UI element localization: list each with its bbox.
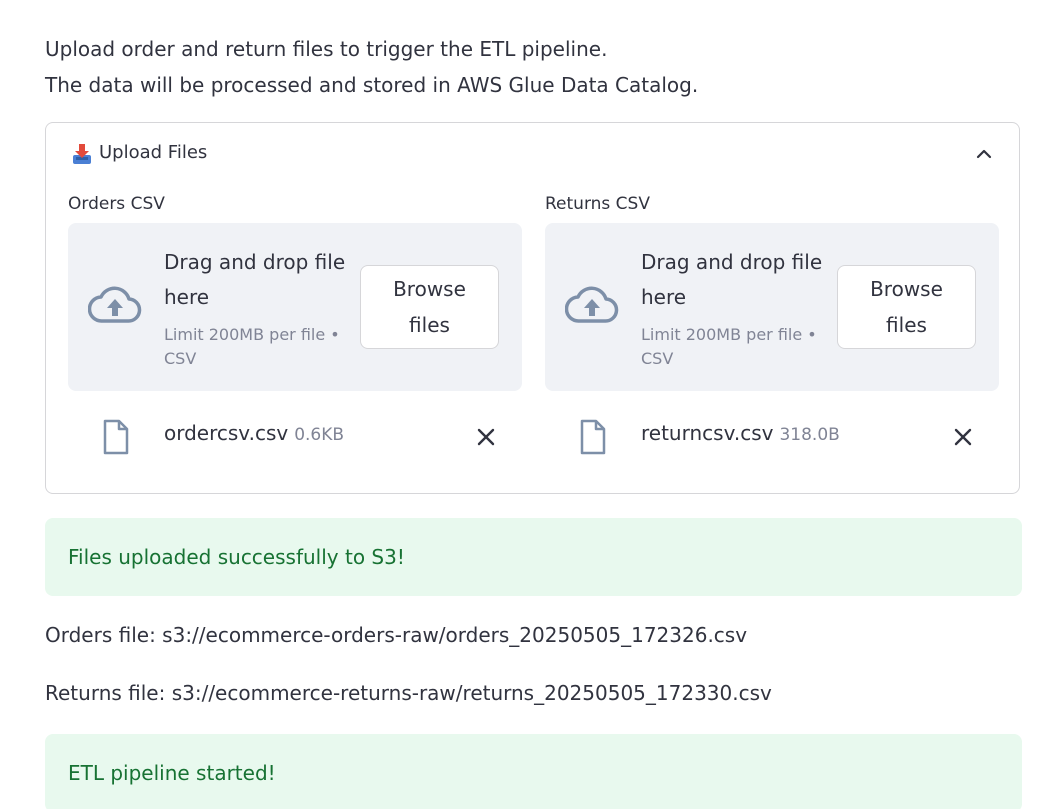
returns-file-uploader: Returns CSV Drag and drop file here Limi… <box>545 193 999 481</box>
file-size: 318.0B <box>779 425 840 445</box>
returns-file-path: Returns file: s3://ecommerce-returns-raw… <box>45 681 772 705</box>
intro-line-2: The data will be processed and stored in… <box>45 73 699 97</box>
file-icon <box>102 419 130 455</box>
orders-remove-file-close-icon[interactable] <box>474 425 498 449</box>
cloud-upload-icon <box>564 285 619 325</box>
returns-uploader-label: Returns CSV <box>545 194 650 214</box>
orders-file-uploader: Orders CSV Drag and drop file here Limit… <box>68 193 522 481</box>
file-name-text: returncsv.csv <box>641 421 774 445</box>
etl-started-alert: ETL pipeline started! <box>45 734 1022 809</box>
orders-uploader-label: Orders CSV <box>68 194 165 214</box>
intro-line-1: Upload order and return files to trigger… <box>45 37 608 61</box>
dropzone-instruction: Drag and drop file here <box>164 250 346 309</box>
returns-file-name: returncsv.csv 318.0B <box>641 421 840 445</box>
returns-uploaded-file: returncsv.csv 318.0B <box>545 391 999 481</box>
returns-remove-file-close-icon[interactable] <box>951 425 975 449</box>
orders-browse-files-button[interactable]: Browse files <box>360 265 499 349</box>
orders-file-name: ordercsv.csv 0.6KB <box>164 421 344 445</box>
file-name-text: ordercsv.csv <box>164 421 289 445</box>
upload-success-alert: Files uploaded successfully to S3! <box>45 518 1022 596</box>
orders-dropzone[interactable]: Drag and drop file here Limit 200MB per … <box>68 223 522 391</box>
dropzone-instruction: Drag and drop file here <box>641 250 823 309</box>
expander-title: Upload Files <box>99 142 208 163</box>
dropzone-limit: Limit 200MB per file • CSV <box>164 325 340 368</box>
orders-dropzone-text: Drag and drop file here Limit 200MB per … <box>164 245 349 371</box>
returns-browse-files-button[interactable]: Browse files <box>837 265 976 349</box>
cloud-upload-icon <box>87 285 142 325</box>
returns-dropzone-text: Drag and drop file here Limit 200MB per … <box>641 245 826 371</box>
dropzone-limit: Limit 200MB per file • CSV <box>641 325 817 368</box>
file-icon <box>579 419 607 455</box>
chevron-up-icon[interactable] <box>973 143 995 165</box>
returns-dropzone[interactable]: Drag and drop file here Limit 200MB per … <box>545 223 999 391</box>
expander-header[interactable]: Upload Files <box>46 123 1019 185</box>
upload-files-expander: Upload Files Orders CSV Drag and drop fi… <box>45 122 1020 494</box>
orders-file-path: Orders file: s3://ecommerce-orders-raw/o… <box>45 623 748 647</box>
inbox-tray-icon <box>72 143 92 165</box>
intro-text: Upload order and return files to trigger… <box>45 31 698 103</box>
file-size: 0.6KB <box>294 425 345 445</box>
orders-uploaded-file: ordercsv.csv 0.6KB <box>68 391 522 481</box>
page: Upload order and return files to trigger… <box>0 0 1050 809</box>
